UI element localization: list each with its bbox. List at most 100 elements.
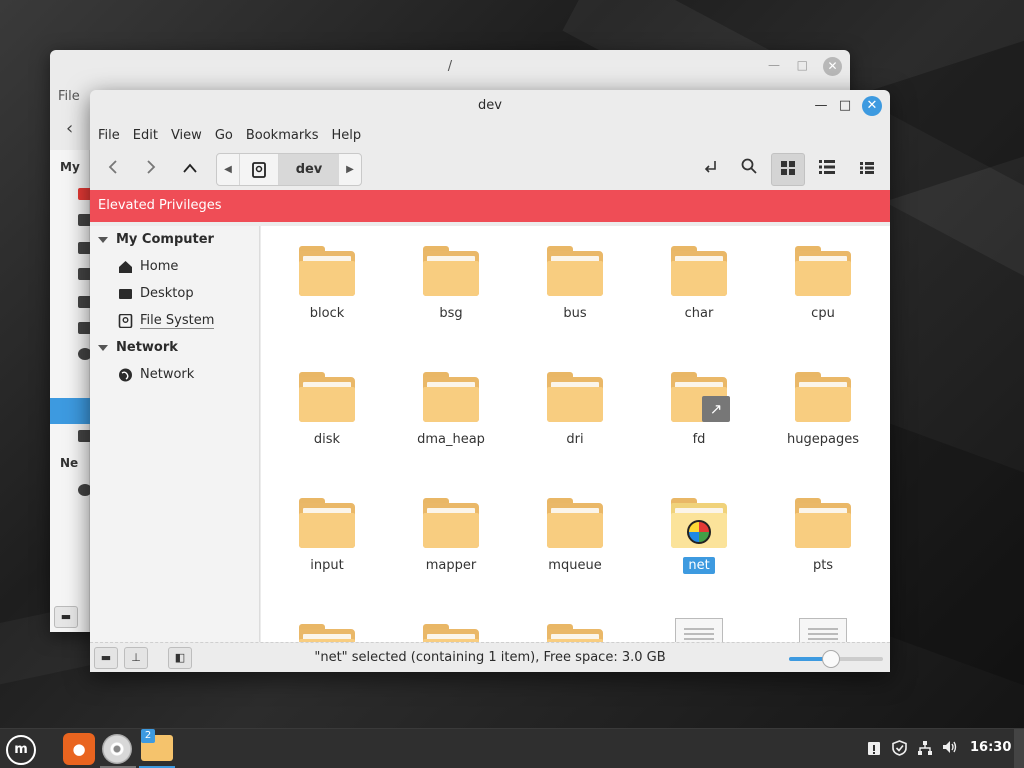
- file-manager-window[interactable]: dev — □ ✕ File Edit View Go Bookmarks He…: [90, 90, 890, 672]
- title-bar[interactable]: dev — □ ✕: [90, 90, 890, 122]
- file-item-hugepages[interactable]: hugepages: [768, 372, 878, 448]
- chevron-up-icon: [183, 163, 197, 173]
- icon-view-button[interactable]: [771, 153, 805, 186]
- up-button[interactable]: [175, 154, 205, 184]
- firefox-icon[interactable]: ●: [63, 733, 95, 765]
- file-item-partial[interactable]: [644, 618, 754, 642]
- back-maximize-icon[interactable]: □: [797, 58, 808, 72]
- sidebar-header-network[interactable]: Network: [98, 340, 178, 355]
- path-scroll-left-icon[interactable]: ◀: [217, 154, 239, 185]
- chevron-right-icon: [147, 160, 156, 174]
- globe-icon: [119, 368, 132, 381]
- sidebar-item-network[interactable]: Network: [118, 367, 194, 382]
- back-button[interactable]: [98, 154, 128, 184]
- sidebar-item-file-system[interactable]: File System: [118, 313, 215, 329]
- mint-logo-icon[interactable]: m: [6, 735, 36, 765]
- folder-icon: [671, 498, 727, 548]
- file-item-partial[interactable]: [768, 618, 878, 642]
- expander-icon[interactable]: [98, 344, 108, 351]
- menu-bookmarks[interactable]: Bookmarks: [246, 128, 319, 143]
- path-root-button[interactable]: [239, 154, 279, 185]
- window-count-badge: 2: [141, 729, 155, 743]
- folder-icon: [795, 246, 851, 296]
- sidebar-header-my-computer[interactable]: My Computer: [98, 232, 214, 247]
- file-name-label: cpu: [811, 306, 835, 321]
- file-item-cpu[interactable]: cpu: [768, 246, 878, 322]
- search-button[interactable]: [732, 153, 766, 186]
- network-icon[interactable]: [917, 740, 933, 756]
- menu-view[interactable]: View: [171, 128, 202, 143]
- file-item-input[interactable]: input: [272, 498, 382, 574]
- back-selected-item[interactable]: [50, 398, 90, 424]
- back-window-title: /: [447, 59, 453, 74]
- shield-icon[interactable]: [891, 740, 907, 756]
- file-item-partial[interactable]: [396, 624, 506, 642]
- path-scroll-right-icon[interactable]: ▶: [339, 154, 361, 185]
- file-name-label: mqueue: [548, 558, 602, 573]
- maximize-icon[interactable]: □: [836, 97, 854, 115]
- network-emblem-icon: [687, 520, 711, 544]
- file-item-block[interactable]: block: [272, 246, 382, 322]
- expander-icon[interactable]: [98, 236, 108, 243]
- compact-icon: [860, 162, 874, 174]
- volume-icon[interactable]: [942, 740, 958, 756]
- elevated-privileges-banner: Elevated Privileges: [90, 190, 890, 222]
- file-item-disk[interactable]: disk: [272, 372, 382, 448]
- zoom-slider-handle[interactable]: [822, 650, 841, 668]
- disc-icon[interactable]: [102, 734, 132, 764]
- grid-icon: [781, 161, 795, 175]
- sidebar-item-home[interactable]: Home: [118, 259, 178, 274]
- file-item-fd[interactable]: ↗ fd: [644, 372, 754, 448]
- minimize-icon[interactable]: —: [812, 97, 830, 115]
- show-desktop-button[interactable]: [1014, 729, 1024, 768]
- file-name-label: fd: [692, 432, 706, 447]
- menu-go[interactable]: Go: [215, 128, 233, 143]
- file-item-dma-heap[interactable]: dma_heap: [396, 372, 506, 448]
- drive-icon: [252, 161, 266, 178]
- file-item-mqueue[interactable]: mqueue: [520, 498, 630, 574]
- back-places-button[interactable]: ▬: [54, 606, 78, 628]
- forward-button[interactable]: [136, 154, 166, 184]
- list-view-button[interactable]: [810, 153, 844, 186]
- folder-icon: [423, 372, 479, 422]
- back-back-icon[interactable]: ‹: [66, 118, 73, 139]
- file-item-mapper[interactable]: mapper: [396, 498, 506, 574]
- folder-icon: [547, 624, 603, 642]
- menu-file[interactable]: File: [98, 128, 120, 143]
- path-current-button[interactable]: dev: [279, 154, 339, 185]
- back-close-icon[interactable]: ✕: [823, 57, 842, 76]
- menu-help[interactable]: Help: [331, 128, 361, 143]
- file-item-bsg[interactable]: bsg: [396, 246, 506, 322]
- file-item-net[interactable]: net: [644, 498, 754, 574]
- file-item-partial[interactable]: [272, 624, 382, 642]
- close-icon[interactable]: ✕: [862, 96, 882, 116]
- file-name-label: bus: [563, 306, 587, 321]
- desktop-icon: [119, 288, 132, 299]
- compact-view-button[interactable]: [850, 153, 884, 186]
- file-item-bus[interactable]: bus: [520, 246, 630, 322]
- file-name-label: block: [309, 306, 345, 321]
- symlink-arrow-icon: ↗: [702, 396, 730, 422]
- sidebar: My Computer Home Desktop File System Net…: [90, 226, 260, 642]
- status-bar: ▬ ⊥ ◧ "net" selected (containing 1 item)…: [90, 642, 890, 672]
- file-item-char[interactable]: char: [644, 246, 754, 322]
- file-name-label: mapper: [425, 558, 477, 573]
- sidebar-item-desktop[interactable]: Desktop: [118, 286, 194, 301]
- back-menu-file[interactable]: File: [58, 89, 80, 104]
- toolbar: ◀ dev ▶: [90, 148, 890, 190]
- folder-icon: [671, 246, 727, 296]
- location-toggle-button[interactable]: [694, 153, 728, 186]
- back-minimize-icon[interactable]: —: [768, 58, 780, 72]
- file-name-label: input: [310, 558, 344, 573]
- menu-edit[interactable]: Edit: [133, 128, 158, 143]
- clipboard-icon[interactable]: [866, 740, 882, 756]
- menu-bar: File Edit View Go Bookmarks Help: [90, 122, 890, 148]
- zoom-slider[interactable]: [789, 650, 883, 668]
- file-grid[interactable]: block bsg bus char cpu disk dma_heap dri ↗ fd huge…: [261, 226, 890, 642]
- file-item-partial[interactable]: [520, 624, 630, 642]
- file-item-pts[interactable]: pts: [768, 498, 878, 574]
- file-item-dri[interactable]: dri: [520, 372, 630, 448]
- folder-icon: [547, 372, 603, 422]
- clock[interactable]: 16:30: [970, 740, 1011, 755]
- folder-icon: [299, 498, 355, 548]
